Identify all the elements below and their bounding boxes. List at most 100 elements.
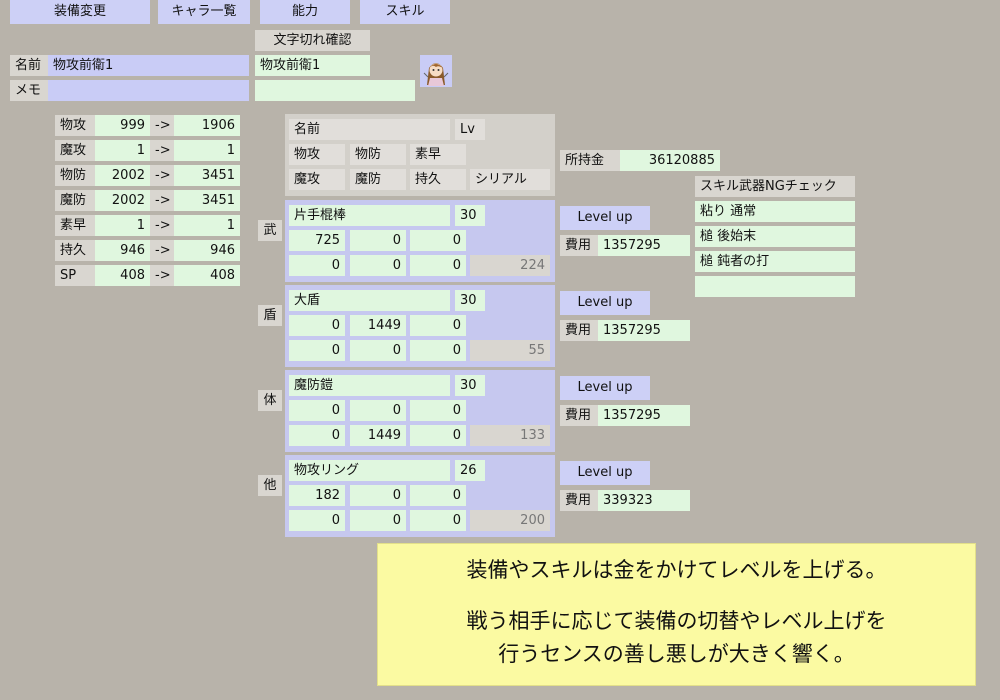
header-col-label: 魔攻 (289, 169, 345, 190)
skill-ng-check-header[interactable]: スキル武器NGチェック (695, 176, 855, 197)
stat-new-value: 3451 (174, 165, 240, 186)
skill-item[interactable]: 槌 後始末 (695, 226, 855, 247)
stat-new-value: 408 (174, 265, 240, 286)
stat-arrow: -> (150, 140, 174, 161)
stat-arrow: -> (150, 190, 174, 211)
memo-label: メモ (10, 80, 48, 101)
stat-current-value: 1 (95, 215, 150, 236)
cost-value: 1357295 (598, 405, 690, 426)
stat-current-value: 408 (95, 265, 150, 286)
cost-label: 費用 (560, 235, 598, 256)
equipment-name[interactable]: 魔防鎧 (289, 375, 450, 396)
cost-value: 339323 (598, 490, 690, 511)
equipment-level: 30 (455, 290, 485, 311)
equipment-stat: 0 (410, 315, 466, 336)
header-col-label: 素早 (410, 144, 466, 165)
equipment-name[interactable]: 物攻リング (289, 460, 450, 481)
equipment-serial: 55 (470, 340, 550, 361)
stat-label: 魔攻 (55, 140, 95, 161)
stat-current-value: 2002 (95, 165, 150, 186)
cost-value: 1357295 (598, 320, 690, 341)
tutorial-note: 装備やスキルは金をかけてレベルを上げる。 戦う相手に応じて装備の切替やレベル上げ… (377, 543, 976, 686)
level-up-button-weapon[interactable]: Level up (560, 206, 650, 230)
stat-label: 素早 (55, 215, 95, 236)
equipment-level: 30 (455, 205, 485, 226)
stat-current-value: 946 (95, 240, 150, 261)
equipment-stat: 0 (289, 400, 345, 421)
stat-new-value: 1906 (174, 115, 240, 136)
cost-value: 1357295 (598, 235, 690, 256)
stat-new-value: 1 (174, 140, 240, 161)
gold-label: 所持金 (560, 150, 620, 171)
skill-item[interactable]: 槌 鈍者の打 (695, 251, 855, 272)
character-avatar[interactable] (420, 55, 452, 87)
equipment-name[interactable]: 大盾 (289, 290, 450, 311)
equipment-stat: 0 (350, 510, 406, 531)
note-line: 戦う相手に応じて装備の切替やレベル上げを (466, 609, 887, 633)
equipment-stat: 0 (410, 510, 466, 531)
note-line: 装備やスキルは金をかけてレベルを上げる。 (466, 558, 887, 582)
stat-new-value: 1 (174, 215, 240, 236)
note-line: 行うセンスの善し悪しが大きく響く。 (498, 642, 855, 666)
stat-current-value: 2002 (95, 190, 150, 211)
stat-new-value: 946 (174, 240, 240, 261)
stat-arrow: -> (150, 265, 174, 286)
equipment-stat: 0 (410, 255, 466, 276)
name-field[interactable]: 物攻前衛1 (48, 55, 249, 76)
equipment-serial: 133 (470, 425, 550, 446)
stat-current-value: 1 (95, 140, 150, 161)
cost-label: 費用 (560, 405, 598, 426)
gold-value: 36120885 (620, 150, 720, 171)
equipment-name[interactable]: 片手棍棒 (289, 205, 450, 226)
equipment-stat: 0 (410, 400, 466, 421)
equipment-stat: 0 (289, 315, 345, 336)
skill-item[interactable] (695, 276, 855, 297)
header-lv-label: Lv (455, 119, 485, 140)
equipment-stat: 0 (289, 340, 345, 361)
name-preview-field[interactable]: 物攻前衛1 (255, 55, 370, 76)
stat-new-value: 3451 (174, 190, 240, 211)
equipment-stat: 0 (289, 255, 345, 276)
tab-equipment-change[interactable]: 装備変更 (10, 0, 150, 24)
cost-label: 費用 (560, 490, 598, 511)
equipment-stat: 0 (350, 485, 406, 506)
equipment-stat: 0 (350, 400, 406, 421)
equipment-stat: 725 (289, 230, 345, 251)
header-serial-label: シリアル (470, 169, 550, 190)
equipment-serial: 224 (470, 255, 550, 276)
stat-arrow: -> (150, 215, 174, 236)
text-overflow-check-button[interactable]: 文字切れ確認 (255, 30, 370, 51)
equipment-stat: 0 (350, 255, 406, 276)
memo-preview-field[interactable] (255, 80, 415, 101)
header-col-label: 物防 (350, 144, 406, 165)
equipment-stat: 0 (350, 230, 406, 251)
equipment-stat: 0 (410, 340, 466, 361)
tab-character-list[interactable]: キャラ一覧 (158, 0, 250, 24)
level-up-button-other[interactable]: Level up (560, 461, 650, 485)
header-name-label: 名前 (289, 119, 450, 140)
name-label: 名前 (10, 55, 48, 76)
stat-label: SP (55, 265, 95, 286)
skill-item[interactable]: 粘り 通常 (695, 201, 855, 222)
level-up-button-shield[interactable]: Level up (560, 291, 650, 315)
stat-label: 持久 (55, 240, 95, 261)
slot-label-body: 体 (258, 390, 282, 411)
tab-ability[interactable]: 能力 (260, 0, 350, 24)
equipment-level: 26 (455, 460, 485, 481)
tab-skill[interactable]: スキル (360, 0, 450, 24)
equipment-stat: 1449 (350, 425, 406, 446)
equipment-stat: 0 (410, 485, 466, 506)
stat-label: 魔防 (55, 190, 95, 211)
stat-arrow: -> (150, 115, 174, 136)
slot-label-shield: 盾 (258, 305, 282, 326)
level-up-button-body[interactable]: Level up (560, 376, 650, 400)
equipment-stat: 1449 (350, 315, 406, 336)
header-col-label: 持久 (410, 169, 466, 190)
stat-label: 物攻 (55, 115, 95, 136)
equipment-stat: 0 (350, 340, 406, 361)
equipment-stat: 0 (410, 425, 466, 446)
equipment-stat: 0 (289, 425, 345, 446)
slot-label-other: 他 (258, 475, 282, 496)
memo-field[interactable] (48, 80, 249, 101)
equipment-stat: 0 (410, 230, 466, 251)
